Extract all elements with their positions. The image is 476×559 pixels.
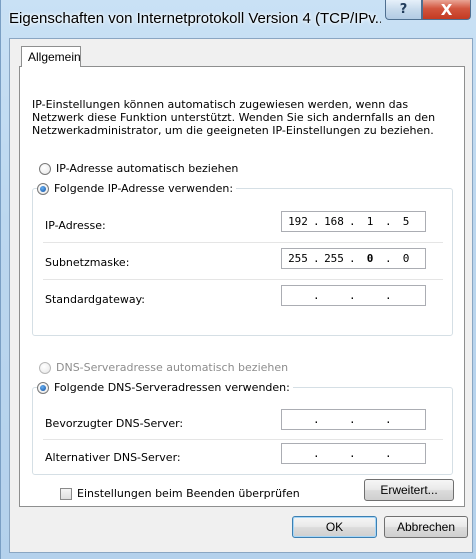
close-icon: X <box>440 0 453 19</box>
dns-manual-radio[interactable] <box>37 381 49 394</box>
ip-dot: . <box>313 447 320 460</box>
help-icon: ? <box>399 2 408 17</box>
cancel-button[interactable]: Abbrechen <box>384 516 468 538</box>
ip-dot: . <box>385 215 392 228</box>
separator <box>43 279 443 280</box>
close-button[interactable]: X <box>422 0 471 20</box>
subnet-mask-input[interactable]: 255 . 255 . 0 . 0 <box>281 248 426 269</box>
ip-dot: . <box>313 289 320 302</box>
ip-dot: . <box>349 447 356 460</box>
ip-address-label: IP-Adresse: <box>45 219 106 232</box>
ip-manual-label: Folgende IP-Adresse verwenden: <box>54 182 234 195</box>
ip-dot: . <box>349 413 356 426</box>
ip-dot: . <box>313 215 320 228</box>
dialog-client-area: Allgemein IP-Einstellungen können automa… <box>9 38 473 553</box>
tab-panel-allgemein: IP-Einstellungen können automatisch zuge… <box>19 66 465 507</box>
ip-address-input[interactable]: 192 . 168 . 1 . 5 <box>281 211 426 232</box>
validate-settings-option[interactable]: Einstellungen beim Beenden überprüfen <box>60 487 300 500</box>
dns-manual-label: Folgende DNS-Serveradressen verwenden: <box>54 381 290 394</box>
ip-octet: 5 <box>402 215 410 228</box>
ip-auto-label: IP-Adresse automatisch beziehen <box>56 162 239 175</box>
window-title: Eigenschaften von Internetprotokoll Vers… <box>9 10 381 27</box>
advanced-button[interactable]: Erweitert... <box>364 479 454 501</box>
default-gateway-label: Standardgateway: <box>45 293 145 306</box>
preferred-dns-input[interactable]: . . . <box>281 409 426 430</box>
default-gateway-input[interactable]: . . . <box>281 285 426 306</box>
dns-auto-option[interactable]: DNS-Serveradresse automatisch beziehen <box>39 361 288 374</box>
ip-octet: 1 <box>366 215 374 228</box>
ip-auto-radio[interactable] <box>39 162 51 175</box>
ip-manual-radio[interactable] <box>37 182 49 195</box>
ip-dot: . <box>349 289 356 302</box>
alternate-dns-label: Alternativer DNS-Server: <box>45 451 181 464</box>
dns-manual-group: Folgende DNS-Serveradressen verwenden: B… <box>32 381 453 475</box>
ok-button[interactable]: OK <box>292 516 377 538</box>
ip-auto-option[interactable]: IP-Adresse automatisch beziehen <box>39 162 238 175</box>
title-bar[interactable]: Eigenschaften von Internetprotokoll Vers… <box>1 0 476 38</box>
ip-dot: . <box>349 215 356 228</box>
ip-dot: . <box>385 413 392 426</box>
help-button[interactable]: ? <box>385 0 422 20</box>
subnet-mask-label: Subnetzmaske: <box>45 256 130 269</box>
ip-dot: . <box>349 252 356 265</box>
alternate-dns-input[interactable]: . . . <box>281 443 426 464</box>
ip-octet: 0 <box>402 252 410 265</box>
ip-dot: . <box>385 447 392 460</box>
validate-settings-checkbox[interactable] <box>60 487 72 500</box>
ip-dot: . <box>385 289 392 302</box>
dialog-window: Eigenschaften von Internetprotokoll Vers… <box>0 0 476 559</box>
separator <box>43 242 443 243</box>
ip-octet: 192 <box>288 215 308 228</box>
tab-allgemein[interactable]: Allgemein <box>21 46 81 67</box>
ip-dot: . <box>313 413 320 426</box>
dns-auto-label: DNS-Serveradresse automatisch beziehen <box>56 361 289 374</box>
ip-dot: . <box>313 252 320 265</box>
description-text: IP-Einstellungen können automatisch zuge… <box>32 98 436 137</box>
ip-manual-option[interactable]: Folgende IP-Adresse verwenden: <box>37 182 237 195</box>
separator <box>43 439 443 440</box>
ip-octet: 0 <box>366 252 374 265</box>
ip-dot: . <box>385 252 392 265</box>
ip-octet: 255 <box>288 252 308 265</box>
dns-manual-option[interactable]: Folgende DNS-Serveradressen verwenden: <box>37 381 293 394</box>
preferred-dns-label: Bevorzugter DNS-Server: <box>45 417 184 430</box>
ip-manual-group: Folgende IP-Adresse verwenden: IP-Adress… <box>32 182 453 336</box>
dns-auto-radio[interactable] <box>39 361 51 374</box>
ip-octet: 255 <box>324 252 344 265</box>
validate-settings-label: Einstellungen beim Beenden überprüfen <box>77 487 300 500</box>
ip-octet: 168 <box>324 215 344 228</box>
